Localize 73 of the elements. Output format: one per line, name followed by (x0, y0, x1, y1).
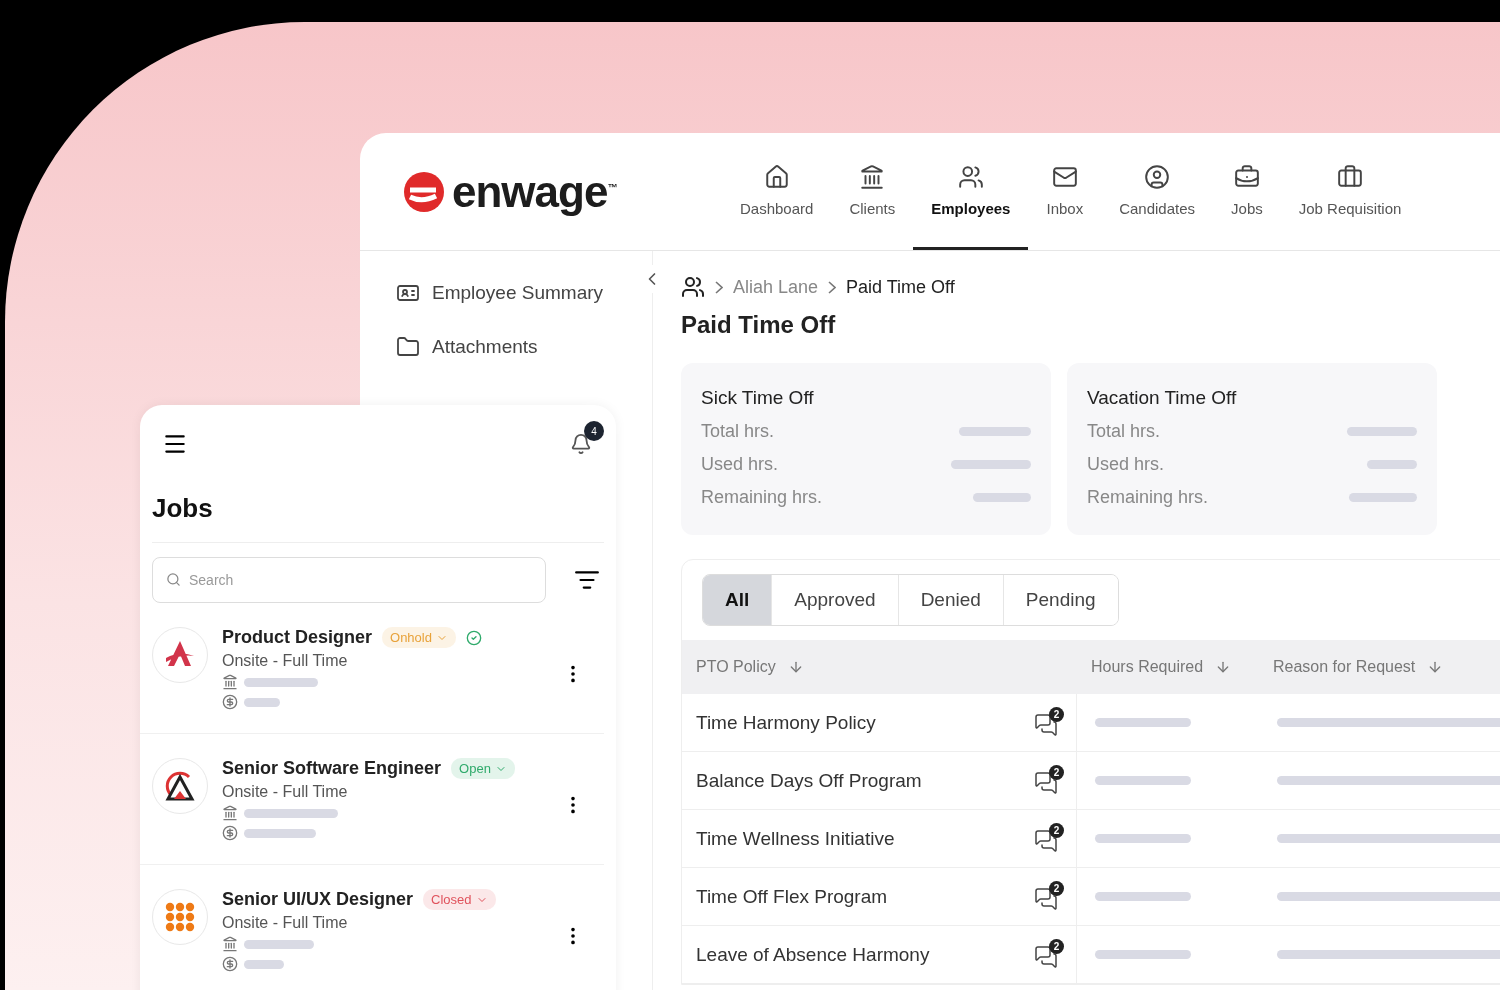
dollar-icon (222, 825, 238, 841)
row-label: Used hrs. (1087, 454, 1165, 475)
row-label: Used hrs. (701, 454, 779, 475)
job-title[interactable]: Product Designer (222, 627, 373, 648)
logo-icon (402, 169, 446, 214)
screen-title: Jobs (152, 493, 604, 543)
nav-tab[interactable]: Inbox (1028, 133, 1102, 250)
policy-name: Time Off Flex Program (696, 885, 888, 908)
dots-logo-icon (163, 900, 197, 934)
placeholder-bar (244, 697, 280, 707)
bank-icon (222, 674, 238, 690)
bell-icon[interactable] (570, 433, 592, 455)
row-label: Total hrs. (701, 421, 775, 442)
placeholder-bar (244, 959, 284, 969)
briefcase-icon (1233, 163, 1260, 190)
placeholder-bar (973, 493, 1031, 502)
policy-name: Time Wellness Initiative (696, 827, 895, 850)
job-type: Onsite - Full Time (222, 783, 349, 801)
comment-count: 2 (1049, 822, 1064, 838)
placeholder-bar (244, 828, 316, 838)
placeholder-bar (244, 939, 314, 949)
dollar-icon (222, 694, 238, 710)
nav-tab[interactable]: Employees (913, 133, 1029, 250)
job-type: Onsite - Full Time (222, 652, 349, 670)
placeholder-bar (959, 427, 1031, 436)
filter-tab[interactable]: All (703, 575, 773, 625)
column-header[interactable]: Hours Required (1077, 658, 1259, 676)
logo-text: enwage$^{™}$ (452, 166, 617, 217)
job-title[interactable]: Senior UI/UX Designer (222, 889, 414, 910)
chevron-right-icon (828, 280, 837, 294)
job-title[interactable]: Senior Software Engineer (222, 758, 442, 779)
notification-count: 4 (584, 421, 604, 441)
nav-tab[interactable]: Jobs (1213, 133, 1281, 250)
comment-count: 2 (1049, 706, 1064, 722)
search-field[interactable]: Search (152, 557, 546, 603)
card-title: Vacation Time Off (1087, 387, 1238, 409)
policy-name: Balance Days Off Program (696, 769, 922, 792)
sidebar-item[interactable]: Attachments (396, 335, 652, 359)
bank-icon (222, 936, 238, 952)
bag-icon (1337, 163, 1364, 190)
bank-icon (859, 163, 886, 190)
user-icon (1144, 163, 1171, 190)
column-header[interactable]: Reason for Request (1259, 658, 1500, 676)
bank-icon (222, 805, 238, 821)
dollar-icon (222, 956, 238, 972)
breadcrumb-item[interactable]: Aliah Lane (733, 276, 819, 298)
nav-tab[interactable]: Dashboard (722, 133, 832, 250)
chevron-right-icon (715, 280, 723, 294)
search-icon (166, 572, 181, 587)
card-title: Sick Time Off (701, 387, 815, 409)
row-label: Total hrs. (1087, 421, 1161, 442)
comment-count: 2 (1049, 880, 1064, 896)
nav-tab[interactable]: Job Requisition (1280, 133, 1420, 250)
placeholder-bar (1347, 427, 1417, 436)
peak-logo-icon (163, 769, 197, 803)
people-icon (957, 163, 984, 190)
column-header[interactable]: PTO Policy (682, 658, 1077, 676)
comment-count: 2 (1049, 938, 1064, 954)
nav-tab[interactable]: Candidates (1101, 133, 1214, 250)
policy-name: Leave of Absence Harmony (696, 943, 930, 966)
policy-name: Time Harmony Policy (696, 711, 876, 734)
nav-tab[interactable]: Clients (831, 133, 914, 250)
row-label: Remaining hrs. (1087, 487, 1209, 508)
placeholder-bar (1367, 460, 1417, 469)
row-label: Remaining hrs. (701, 487, 823, 508)
page-title: Paid Time Off (681, 311, 837, 339)
people-icon (681, 275, 705, 299)
job-type: Onsite - Full Time (222, 914, 349, 932)
folder-icon (396, 335, 420, 359)
placeholder-bar (1349, 493, 1417, 502)
breadcrumb-item: Paid Time Off (846, 276, 955, 298)
comment-count: 2 (1049, 764, 1064, 780)
home-icon (763, 163, 790, 190)
